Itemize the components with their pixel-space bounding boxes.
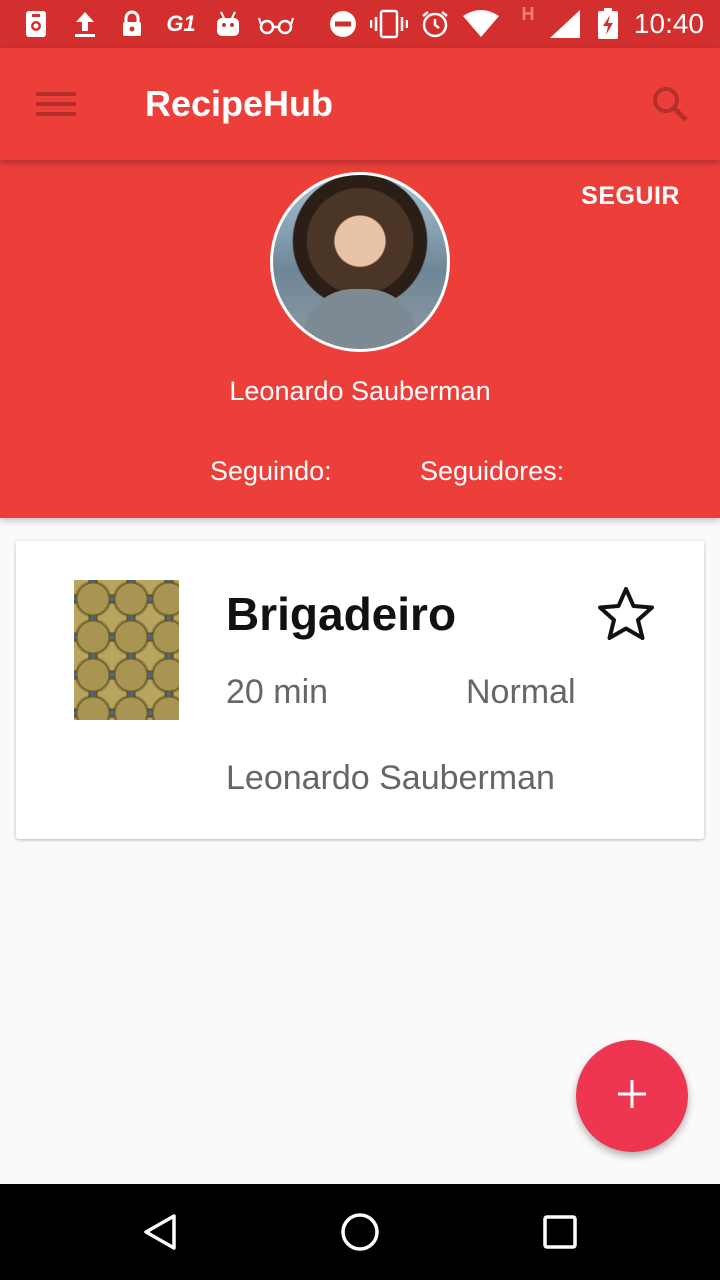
- profile-name: Leonardo Sauberman: [229, 376, 491, 406]
- network-h-icon: H: [521, 3, 535, 24]
- g1-icon: G1: [166, 11, 196, 36]
- recipe-card[interactable]: Brigadeiro 20 min Normal Leonardo Sauber…: [16, 541, 704, 839]
- favorite-button[interactable]: [594, 583, 658, 647]
- wifi-icon: [462, 10, 500, 38]
- recipe-title: Brigadeiro: [226, 588, 457, 640]
- back-icon: [136, 1214, 184, 1260]
- recipe-author: Leonardo Sauberman: [226, 759, 555, 797]
- home-icon: [336, 1213, 384, 1260]
- star-icon: [594, 587, 658, 651]
- followers-label: Seguidores:: [420, 456, 565, 486]
- recipe-thumbnail: [74, 580, 179, 720]
- camera-notification-icon: [24, 10, 48, 38]
- search-button[interactable]: [648, 82, 692, 126]
- search-icon: [648, 87, 692, 130]
- menu-button[interactable]: [30, 84, 82, 124]
- recipe-time: 20 min: [226, 673, 329, 711]
- do-not-disturb-icon: [328, 10, 358, 38]
- home-button[interactable]: [336, 1208, 384, 1256]
- hamburger-icon: [30, 92, 82, 128]
- android-icon: [214, 10, 242, 38]
- navigation-bar: [0, 1184, 720, 1280]
- add-recipe-button[interactable]: [576, 1040, 688, 1152]
- status-bar: G1 H 10:40: [0, 0, 720, 48]
- recents-icon: [536, 1215, 584, 1260]
- app-title: RecipeHub: [145, 83, 334, 124]
- upload-icon: [72, 10, 98, 38]
- avatar: [270, 172, 450, 352]
- lock-icon: [120, 10, 144, 38]
- back-button[interactable]: [136, 1208, 184, 1256]
- alarm-icon: [420, 10, 450, 38]
- clock: 10:40: [633, 8, 704, 39]
- follow-button[interactable]: SEGUIR: [581, 182, 680, 211]
- following-label: Seguindo:: [210, 456, 332, 486]
- recipe-difficulty: Normal: [466, 673, 576, 711]
- vibrate-icon: [370, 9, 408, 39]
- profile-header: SEGUIR Leonardo Sauberman Seguindo: Segu…: [0, 160, 720, 518]
- battery-charging-icon: [596, 8, 620, 39]
- signal-icon: [548, 10, 582, 38]
- app-toolbar: RecipeHub: [0, 48, 720, 160]
- plus-icon: [615, 1077, 649, 1116]
- recents-button[interactable]: [536, 1208, 584, 1256]
- glasses-icon: [258, 10, 294, 38]
